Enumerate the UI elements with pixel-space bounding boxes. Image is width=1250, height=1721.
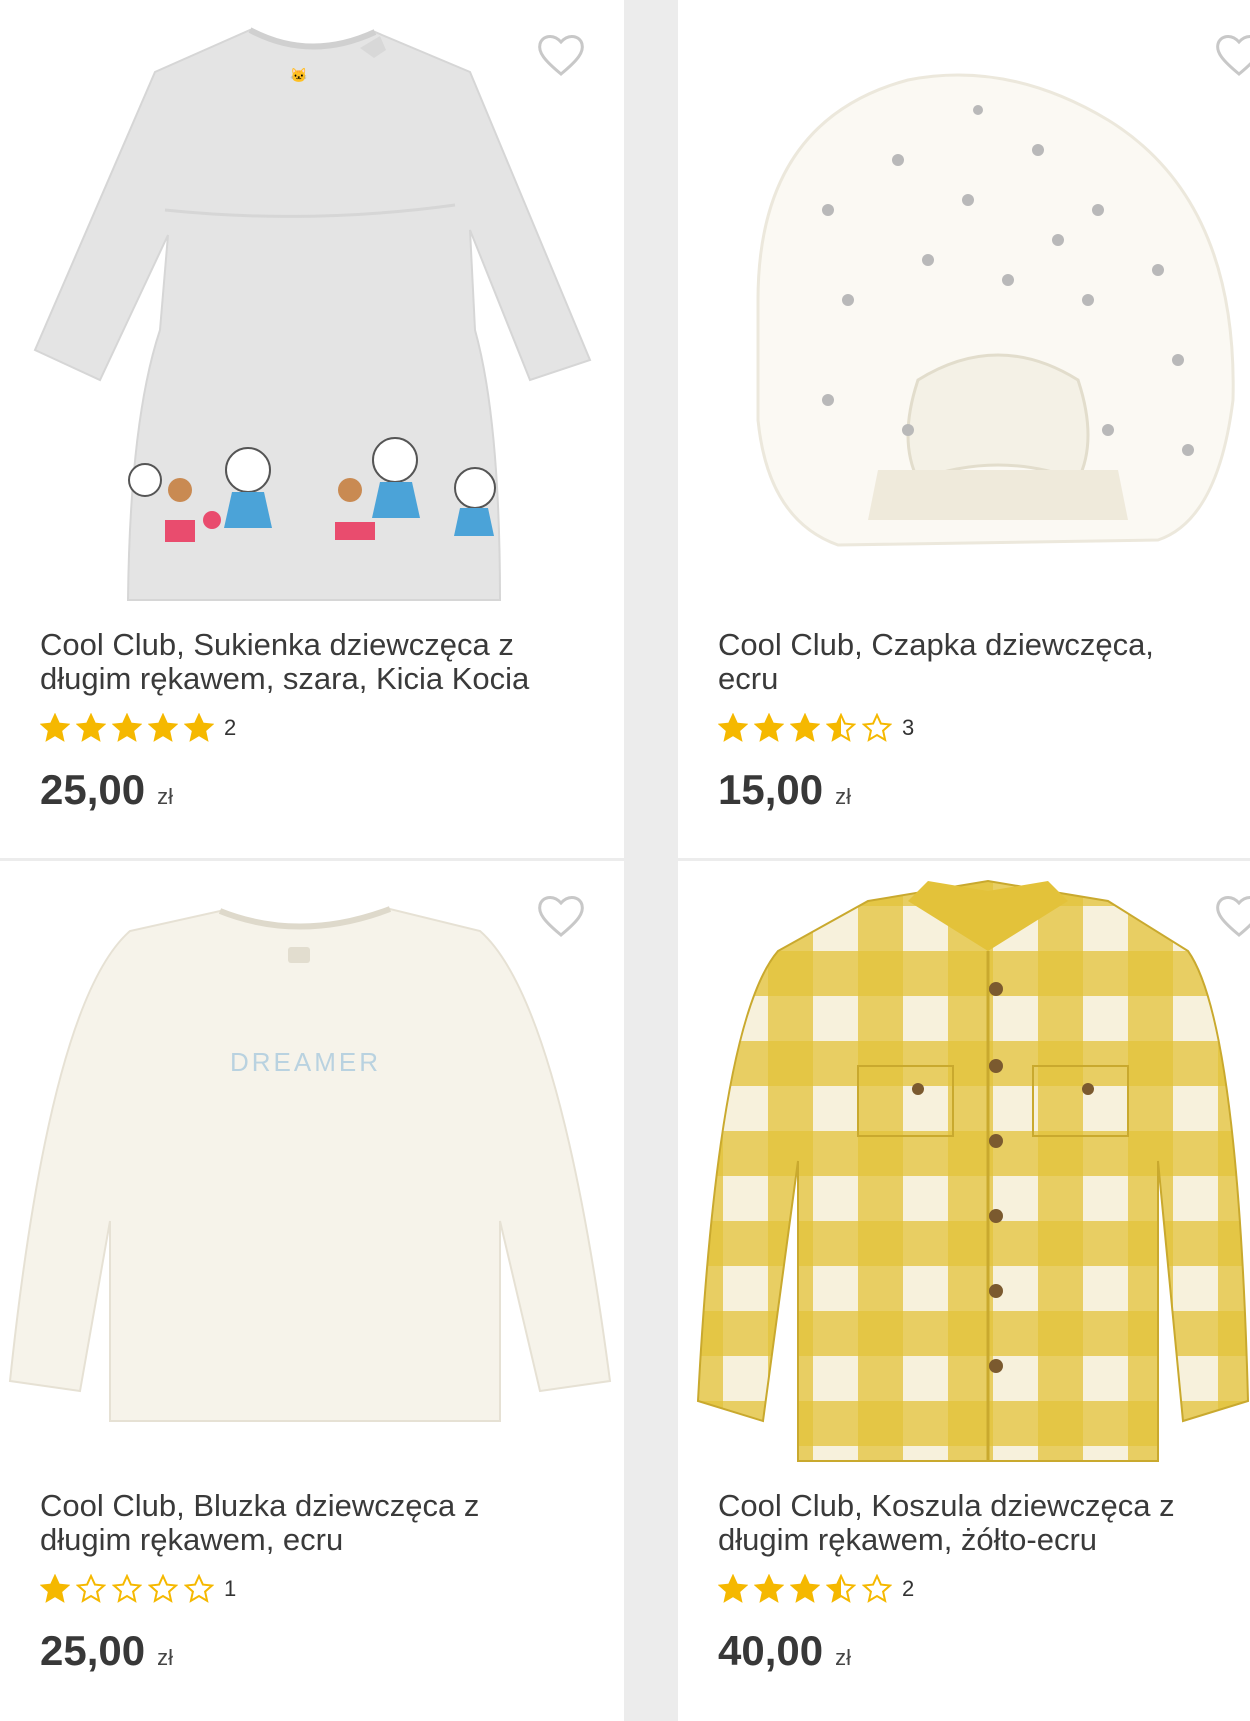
product-title-line-2[interactable]: długim rękawem, ecru [40, 1523, 580, 1557]
product-rating: 2 [718, 1572, 914, 1606]
star-filled-icon [790, 1574, 820, 1603]
star-empty-icon [862, 1574, 892, 1603]
review-count: 3 [902, 715, 915, 740]
star-filled-icon [112, 713, 142, 742]
rating-stars [718, 713, 898, 743]
star-empty-icon [184, 1574, 214, 1603]
rating-stars [718, 1574, 898, 1604]
product-image-shirt[interactable] [678, 861, 1250, 1481]
product-rating: 3 [718, 711, 914, 745]
product-rating: 1 [40, 1572, 236, 1606]
product-price: 40,00 zł [718, 1627, 851, 1675]
price-currency: zł [835, 784, 851, 809]
star-empty-icon [148, 1574, 178, 1603]
star-filled-icon [184, 713, 214, 742]
product-image-dress[interactable]: 🐱 [0, 0, 624, 620]
rating-stars [40, 713, 220, 743]
price-amount: 40,00 [718, 1627, 824, 1674]
star-filled-icon [76, 713, 106, 742]
product-title[interactable]: Cool Club, Sukienka dziewczęca z długim … [40, 628, 580, 696]
review-count: 2 [902, 1576, 915, 1601]
star-filled-icon [40, 713, 70, 742]
price-amount: 25,00 [40, 766, 146, 813]
product-image-blouse[interactable]: DREAMER [0, 861, 624, 1481]
price-currency: zł [157, 1645, 173, 1670]
favorite-heart-icon[interactable] [536, 32, 586, 78]
price-amount: 25,00 [40, 1627, 146, 1674]
product-title-line-2[interactable]: ecru [718, 662, 1218, 696]
star-filled-icon [718, 713, 748, 742]
rating-stars [40, 1574, 220, 1604]
star-empty-icon [112, 1574, 142, 1603]
product-title-line-1[interactable]: Cool Club, Koszula dziewczęca z [718, 1489, 1218, 1523]
product-title-line-1[interactable]: Cool Club, Czapka dziewczęca, [718, 628, 1218, 662]
product-title-line-1[interactable]: Cool Club, Bluzka dziewczęca z [40, 1489, 580, 1523]
favorite-heart-icon[interactable] [1214, 32, 1250, 78]
star-filled-icon [754, 1574, 784, 1603]
product-grid: 🐱 Cool Club, Sukienka dziewczęca z długi… [0, 0, 1250, 1721]
product-card[interactable]: Cool Club, Czapka dziewczęca, ecru 3 15,… [678, 0, 1250, 858]
product-title-line-1[interactable]: Cool Club, Sukienka dziewczęca z [40, 628, 580, 662]
star-half-icon [826, 1574, 856, 1603]
svg-text:🐱: 🐱 [290, 67, 307, 83]
product-card[interactable]: Cool Club, Koszula dziewczęca z długim r… [678, 861, 1250, 1721]
price-currency: zł [157, 784, 173, 809]
product-price: 25,00 zł [40, 766, 173, 814]
price-amount: 15,00 [718, 766, 824, 813]
star-half-icon [826, 713, 856, 742]
star-filled-icon [40, 1574, 70, 1603]
product-title-line-2[interactable]: długim rękawem, szara, Kicia Kocia [40, 662, 580, 696]
product-card[interactable]: DREAMER Cool Club, Bluzka dziewczęca z d… [0, 861, 624, 1721]
product-title[interactable]: Cool Club, Koszula dziewczęca z długim r… [718, 1489, 1218, 1557]
star-filled-icon [148, 713, 178, 742]
product-price: 15,00 zł [718, 766, 851, 814]
product-card[interactable]: 🐱 Cool Club, Sukienka dziewczęca z długi… [0, 0, 624, 858]
product-title-line-2[interactable]: długim rękawem, żółto-ecru [718, 1523, 1218, 1557]
favorite-heart-icon[interactable] [1214, 893, 1250, 939]
star-empty-icon [76, 1574, 106, 1603]
svg-text:DREAMER: DREAMER [230, 1047, 381, 1077]
product-image-hat[interactable] [678, 0, 1250, 620]
product-title[interactable]: Cool Club, Bluzka dziewczęca z długim rę… [40, 1489, 580, 1557]
star-filled-icon [754, 713, 784, 742]
product-price: 25,00 zł [40, 1627, 173, 1675]
product-title[interactable]: Cool Club, Czapka dziewczęca, ecru [718, 628, 1218, 696]
star-filled-icon [718, 1574, 748, 1603]
review-count: 2 [224, 715, 237, 740]
product-rating: 2 [40, 711, 236, 745]
star-filled-icon [790, 713, 820, 742]
star-empty-icon [862, 713, 892, 742]
review-count: 1 [224, 1576, 237, 1601]
price-currency: zł [835, 1645, 851, 1670]
favorite-heart-icon[interactable] [536, 893, 586, 939]
